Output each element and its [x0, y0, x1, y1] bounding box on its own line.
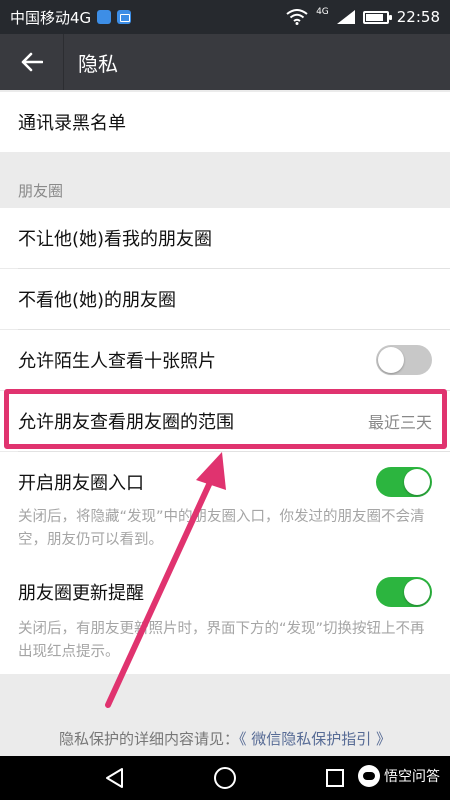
- strangers-row: 允许陌生人查看十张照片: [0, 330, 450, 390]
- arrow-left-icon: [21, 52, 43, 72]
- back-button[interactable]: [0, 34, 64, 90]
- update-toggle[interactable]: [376, 577, 432, 607]
- wifi-icon: [286, 9, 308, 25]
- strangers-toggle[interactable]: [376, 345, 432, 375]
- entry-toggle[interactable]: [376, 467, 432, 497]
- toggle-knob: [404, 579, 430, 605]
- footer-prefix: 隐私保护的详细内容请见：: [58, 730, 239, 748]
- wukong-logo-icon: [358, 765, 380, 787]
- blacklist-row[interactable]: 通讯录黑名单: [0, 92, 450, 152]
- notification-icon: [97, 10, 112, 24]
- blacklist-label: 通讯录黑名单: [18, 113, 126, 134]
- section-label-moments: 朋友圈: [18, 182, 64, 200]
- app-bar: 隐私: [0, 34, 450, 90]
- home-circle-icon: [214, 767, 236, 789]
- battery-fill: [365, 13, 383, 21]
- page-title: 隐私: [78, 51, 118, 76]
- watermark: 悟空问答: [358, 765, 440, 787]
- status-left: 中国移动4G: [10, 7, 132, 28]
- nav-back-button[interactable]: [100, 763, 130, 793]
- carrier-label: 中国移动4G: [10, 8, 92, 27]
- signal-icon: [336, 10, 355, 24]
- back-triangle-icon: [106, 768, 123, 788]
- entry-label: 开启朋友圈入口: [18, 473, 144, 494]
- hide-his-row[interactable]: 不看他(她)的朋友圈: [0, 269, 450, 329]
- nav-recents-button[interactable]: [320, 763, 350, 793]
- update-description: 关闭后，有朋友更新照片时，界面下方的“发现”切换按钮上不再出现红点提示。: [18, 621, 425, 660]
- entry-description: 关闭后，将隐藏“发现”中的朋友圈入口，你发过的朋友圈不会清空，朋友仍可以看到。: [18, 509, 425, 548]
- network-tag: 4G: [316, 6, 329, 17]
- status-right: 4G 22:58: [286, 6, 440, 26]
- recents-square-icon: [326, 769, 344, 787]
- clock: 22:58: [396, 8, 440, 26]
- nav-home-button[interactable]: [210, 763, 240, 793]
- block-him-label: 不让他(她)看我的朋友圈: [18, 229, 213, 250]
- highlight-box: [4, 389, 447, 449]
- toggle-knob: [404, 469, 430, 495]
- strangers-label: 允许陌生人查看十张照片: [18, 351, 216, 372]
- block-him-row[interactable]: 不让他(她)看我的朋友圈: [0, 208, 450, 268]
- status-bar: 中国移动4G 4G 22:58: [0, 0, 450, 34]
- battery-icon: [362, 10, 392, 24]
- privacy-guide-link[interactable]: 《 微信隐私保护指引 》: [239, 730, 391, 748]
- hide-his-label: 不看他(她)的朋友圈: [18, 290, 177, 311]
- watermark-text: 悟空问答: [384, 769, 440, 785]
- image-icon: [117, 10, 132, 24]
- privacy-footer: 隐私保护的详细内容请见：《 微信隐私保护指引 》: [0, 728, 450, 749]
- toggle-knob: [378, 347, 404, 373]
- update-label: 朋友圈更新提醒: [18, 583, 144, 604]
